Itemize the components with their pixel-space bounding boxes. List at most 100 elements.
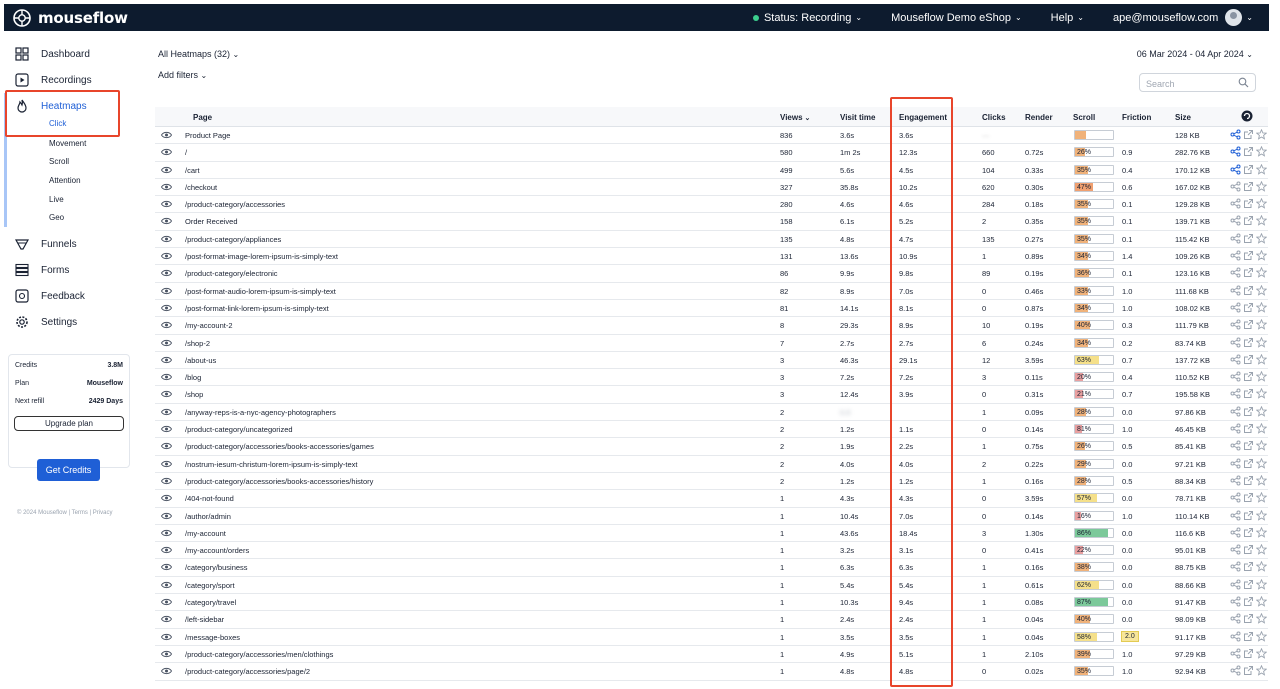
cell-page[interactable]: /shop bbox=[185, 390, 203, 399]
table-row[interactable]: /anyway-reps-is-a-nyc-agency-photographe… bbox=[155, 404, 1268, 422]
cell-page[interactable]: /category/sport bbox=[185, 581, 235, 590]
share-icon[interactable] bbox=[1230, 250, 1241, 261]
star-icon[interactable] bbox=[1256, 665, 1267, 676]
eye-icon[interactable] bbox=[160, 581, 173, 591]
table-row[interactable]: /product-category/electronic 86 9.9s 9.8s 89… bbox=[155, 265, 1268, 283]
share-icon[interactable] bbox=[1230, 371, 1241, 382]
star-icon[interactable] bbox=[1256, 215, 1267, 227]
share-icon[interactable] bbox=[1230, 233, 1241, 244]
eye-icon[interactable] bbox=[160, 373, 173, 383]
eye-icon[interactable] bbox=[160, 512, 173, 522]
column-header-friction[interactable]: Friction bbox=[1122, 113, 1151, 122]
column-header-scroll[interactable]: Scroll bbox=[1073, 113, 1095, 122]
eye-icon[interactable] bbox=[160, 408, 173, 418]
table-row[interactable]: /about-us 3 46.3s 29.1s 12 3.59s 63% 0.7 137.72 … bbox=[155, 352, 1268, 370]
external-link-icon[interactable] bbox=[1243, 596, 1254, 607]
table-row[interactable]: /product-category/accessories/page/2 1 4.8… bbox=[155, 663, 1268, 681]
site-dropdown[interactable]: Mouseflow Demo eShop ⌄ bbox=[891, 4, 1022, 31]
cell-page[interactable]: /shop-2 bbox=[185, 339, 210, 348]
cell-page[interactable]: /blog bbox=[185, 373, 201, 382]
external-link-icon[interactable] bbox=[1243, 285, 1254, 296]
cell-page[interactable]: /product-category/uncategorized bbox=[185, 425, 293, 434]
external-link-icon[interactable] bbox=[1243, 233, 1254, 244]
table-row[interactable]: /product-category/appliances 135 4.8s 4.7s 1… bbox=[155, 231, 1268, 249]
star-icon[interactable] bbox=[1256, 474, 1267, 486]
table-row[interactable]: /post-format-image-lorem-ipsum-is-simply… bbox=[155, 248, 1268, 266]
sidebar-subitem-scroll[interactable]: Scroll bbox=[49, 157, 69, 166]
external-link-icon[interactable] bbox=[1243, 164, 1254, 175]
table-row[interactable]: /404-not-found 1 4.3s 4.3s 0 3.59s 57% 0.0 78.71… bbox=[155, 490, 1268, 508]
external-link-icon[interactable] bbox=[1243, 129, 1254, 140]
star-icon[interactable] bbox=[1256, 267, 1267, 279]
external-link-icon[interactable] bbox=[1243, 665, 1254, 676]
table-row[interactable]: /post-format-link-lorem-ipsum-is-simply-… bbox=[155, 300, 1268, 318]
share-icon[interactable] bbox=[1230, 510, 1241, 521]
share-icon[interactable] bbox=[1230, 319, 1241, 330]
star-icon[interactable] bbox=[1256, 423, 1267, 434]
eye-icon[interactable] bbox=[160, 425, 173, 435]
cell-page[interactable]: Order Received bbox=[185, 217, 238, 226]
cell-page[interactable]: /category/travel bbox=[185, 598, 236, 607]
eye-icon[interactable] bbox=[160, 235, 173, 245]
external-link-icon[interactable] bbox=[1243, 492, 1254, 503]
cell-page[interactable]: /product-category/appliances bbox=[185, 235, 281, 244]
eye-icon[interactable] bbox=[160, 304, 173, 314]
external-link-icon[interactable] bbox=[1243, 267, 1254, 278]
eye-icon[interactable] bbox=[160, 166, 173, 176]
all-heatmaps-dropdown[interactable]: All Heatmaps (32) ⌄ bbox=[158, 49, 239, 59]
external-link-icon[interactable] bbox=[1243, 337, 1254, 348]
eye-icon[interactable] bbox=[160, 633, 173, 643]
star-icon[interactable] bbox=[1256, 613, 1267, 625]
cell-page[interactable]: /left-sidebar bbox=[185, 615, 224, 624]
table-row[interactable]: /my-account 1 43.6s 18.4s 3 1.30s 86% 0.0 116.6 … bbox=[155, 525, 1268, 543]
star-icon[interactable] bbox=[1256, 336, 1267, 348]
star-icon[interactable] bbox=[1256, 163, 1267, 175]
table-row[interactable]: /product-category/accessories/men/clothi… bbox=[155, 646, 1268, 664]
cell-page[interactable]: /product-category/accessories/books-acce… bbox=[185, 442, 374, 451]
table-row[interactable]: /my-account/orders 1 3.2s 3.1s 0 0.41s 22% 0.0 9… bbox=[155, 542, 1268, 560]
star-icon[interactable] bbox=[1256, 561, 1267, 573]
share-icon[interactable] bbox=[1230, 285, 1241, 296]
table-row[interactable]: Order Received 158 6.1s 5.2s 2 0.35s 35% 0.1 139… bbox=[155, 213, 1268, 231]
logo[interactable]: mouseflow bbox=[12, 8, 128, 28]
share-icon[interactable] bbox=[1230, 267, 1241, 278]
table-row[interactable]: /blog 3 7.2s 7.2s 3 0.11s 20% 0.4 110.52 KB bbox=[155, 369, 1268, 387]
share-icon[interactable] bbox=[1230, 164, 1241, 175]
cell-page[interactable]: /post-format-link-lorem-ipsum-is-simply-… bbox=[185, 304, 329, 313]
get-credits-button[interactable]: Get Credits bbox=[37, 459, 100, 481]
star-icon[interactable] bbox=[1256, 180, 1267, 192]
table-row[interactable]: /nostrum-iesum-christum-lorem-ipsum-is-s… bbox=[155, 456, 1268, 473]
star-icon[interactable] bbox=[1256, 198, 1267, 209]
cell-page[interactable]: /about-us bbox=[185, 356, 216, 365]
external-link-icon[interactable] bbox=[1243, 302, 1254, 313]
table-row[interactable]: /shop-2 7 2.7s 2.7s 6 0.24s 34% 0.2 83.74 KB bbox=[155, 335, 1268, 352]
external-link-icon[interactable] bbox=[1243, 388, 1254, 399]
table-row[interactable]: /checkout 327 35.8s 10.2s 620 0.30s 47% 0.6 167.… bbox=[155, 179, 1268, 197]
external-link-icon[interactable] bbox=[1243, 544, 1254, 555]
help-dropdown[interactable]: Help ⌄ bbox=[1051, 4, 1084, 31]
star-icon[interactable] bbox=[1256, 457, 1267, 469]
table-row[interactable]: /post-format-audio-lorem-ipsum-is-simply… bbox=[155, 283, 1268, 300]
table-row[interactable]: /product-category/uncategorized 2 1.2s 1.1s… bbox=[155, 421, 1268, 439]
table-row[interactable]: /author/admin 1 10.4s 7.0s 0 0.14s 16% 1.0 110.1… bbox=[155, 508, 1268, 525]
column-header-views[interactable]: Views ⌄ bbox=[780, 113, 810, 122]
star-icon[interactable] bbox=[1256, 509, 1267, 521]
share-icon[interactable] bbox=[1230, 596, 1241, 607]
external-link-icon[interactable] bbox=[1243, 613, 1254, 624]
eye-icon[interactable] bbox=[160, 339, 173, 349]
cell-page[interactable]: /product-category/electronic bbox=[185, 269, 278, 278]
share-icon[interactable] bbox=[1230, 337, 1241, 348]
external-link-icon[interactable] bbox=[1243, 354, 1254, 365]
share-icon[interactable] bbox=[1230, 458, 1241, 469]
eye-icon[interactable] bbox=[160, 650, 173, 660]
share-icon[interactable] bbox=[1230, 613, 1241, 624]
star-icon[interactable] bbox=[1256, 353, 1267, 365]
eye-icon[interactable] bbox=[160, 477, 173, 487]
share-icon[interactable] bbox=[1230, 527, 1241, 538]
table-row[interactable]: /category/sport 1 5.4s 5.4s 1 0.61s 62% 0.0 88.6… bbox=[155, 577, 1268, 595]
share-icon[interactable] bbox=[1230, 544, 1241, 555]
eye-icon[interactable] bbox=[160, 183, 173, 193]
upgrade-plan-button[interactable]: Upgrade plan bbox=[14, 416, 124, 431]
share-icon[interactable] bbox=[1230, 215, 1241, 226]
table-row[interactable]: /my-account-2 8 29.3s 8.9s 10 0.19s 40% 0.3 111.… bbox=[155, 317, 1268, 335]
